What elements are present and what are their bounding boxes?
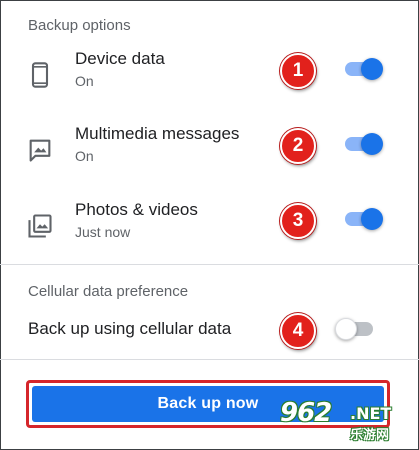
- site-watermark: 962 .NET 乐游网: [280, 398, 410, 446]
- toggle-thumb: [361, 208, 383, 230]
- device-data-status: On: [75, 73, 94, 89]
- step-badge-3: 3: [280, 203, 316, 239]
- step-badge-2: 2: [280, 128, 316, 164]
- section-divider: [0, 264, 419, 265]
- step-badge-1: 1: [280, 53, 316, 89]
- multimedia-messages-status: On: [75, 148, 94, 164]
- toggle-thumb: [335, 318, 357, 340]
- cellular-backup-toggle[interactable]: [335, 317, 375, 341]
- watermark-subtitle: 乐游网: [350, 428, 390, 443]
- image-message-icon: [26, 136, 54, 164]
- photos-videos-toggle[interactable]: [343, 207, 383, 231]
- cellular-backup-label[interactable]: Back up using cellular data: [28, 319, 231, 339]
- watermark-logo: 962: [280, 398, 332, 428]
- device-data-title: Device data: [75, 49, 165, 68]
- toggle-thumb: [361, 58, 383, 80]
- step-badge-4: 4: [280, 313, 316, 349]
- photos-videos-status: Just now: [75, 224, 131, 240]
- phone-icon: [26, 61, 54, 89]
- multimedia-messages-toggle[interactable]: [343, 132, 383, 156]
- cellular-preference-header: Cellular data preference: [28, 283, 189, 300]
- photos-videos-title: Photos & videos: [75, 200, 198, 219]
- device-data-toggle[interactable]: [343, 57, 383, 81]
- photo-library-icon: [26, 212, 54, 240]
- watermark-suffix: .NET: [350, 404, 392, 423]
- action-divider: [0, 359, 419, 360]
- backup-options-header: Backup options: [28, 17, 131, 34]
- toggle-thumb: [361, 133, 383, 155]
- multimedia-messages-title: Multimedia messages: [75, 124, 240, 143]
